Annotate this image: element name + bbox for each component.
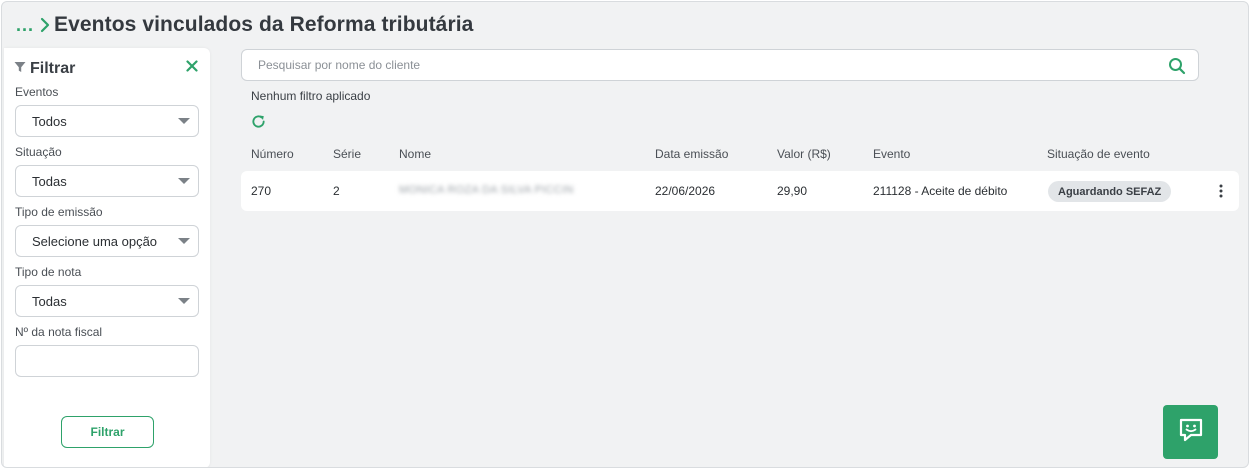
column-header-data-emissao[interactable]: Data emissão [655, 147, 728, 161]
chat-button[interactable] [1163, 405, 1218, 459]
app-window: ... Eventos vinculados da Reforma tribut… [1, 1, 1249, 468]
column-header-serie[interactable]: Série [333, 147, 361, 161]
cell-numero: 270 [251, 184, 272, 198]
chevron-down-icon [178, 238, 190, 244]
filter-status: Nenhum filtro aplicado [251, 89, 371, 103]
tipo-nota-select[interactable]: Todas [15, 285, 199, 317]
cell-serie: 2 [333, 184, 340, 198]
tipo-nota-label: Tipo de nota [15, 265, 82, 279]
cell-evento: 211128 - Aceite de débito [873, 184, 1008, 198]
tipo-emissao-select[interactable]: Selecione uma opção [15, 225, 199, 257]
eventos-select[interactable]: Todos [15, 105, 199, 137]
funnel-icon [14, 60, 26, 78]
chevron-down-icon [178, 298, 190, 304]
search-icon[interactable] [1168, 57, 1186, 75]
filter-button[interactable]: Filtrar [61, 416, 154, 448]
search-placeholder: Pesquisar por nome do cliente [258, 58, 421, 72]
filter-title: Filtrar [30, 60, 76, 77]
cell-valor: 29,90 [777, 184, 808, 198]
column-header-situacao[interactable]: Situação de evento [1047, 147, 1150, 161]
status-badge: Aguardando SEFAZ [1048, 181, 1172, 202]
filter-header: Filtrar [14, 60, 75, 78]
tipo-emissao-value: Selecione uma opção [32, 233, 158, 249]
close-icon[interactable] [184, 58, 200, 74]
eventos-label: Eventos [15, 85, 59, 99]
breadcrumb-ellipsis[interactable]: ... [16, 15, 34, 36]
situacao-value: Todas [32, 173, 67, 189]
chat-icon [1178, 417, 1204, 448]
chevron-down-icon [178, 118, 190, 124]
page-header: ... Eventos vinculados da Reforma tribut… [16, 10, 473, 40]
column-header-evento[interactable]: Evento [873, 147, 910, 161]
situacao-select[interactable]: Todas [15, 165, 199, 197]
page-title: Eventos vinculados da Reforma tributária [54, 13, 474, 36]
cell-data-emissao: 22/06/2026 [655, 184, 716, 198]
column-header-nome[interactable]: Nome [399, 147, 431, 161]
chevron-down-icon [178, 178, 190, 184]
tipo-nota-value: Todas [32, 293, 67, 309]
numero-nota-label: Nº da nota fiscal [15, 325, 103, 339]
situacao-label: Situação [15, 145, 62, 159]
eventos-value: Todos [32, 113, 67, 129]
more-vertical-icon[interactable] [1214, 183, 1228, 199]
filter-sidebar: Filtrar Eventos Todos Situação Todas Tip… [4, 48, 210, 467]
chevron-right-icon [40, 17, 50, 33]
search-input[interactable]: Pesquisar por nome do cliente [241, 49, 1199, 81]
refresh-icon[interactable] [251, 114, 266, 129]
cell-nome: MONICA ROZA DA SILVA PICCIN [399, 184, 574, 196]
column-header-numero[interactable]: Número [251, 147, 294, 161]
numero-nota-input[interactable] [15, 345, 199, 377]
tipo-emissao-label: Tipo de emissão [15, 205, 103, 219]
column-header-valor[interactable]: Valor (R$) [777, 147, 831, 161]
